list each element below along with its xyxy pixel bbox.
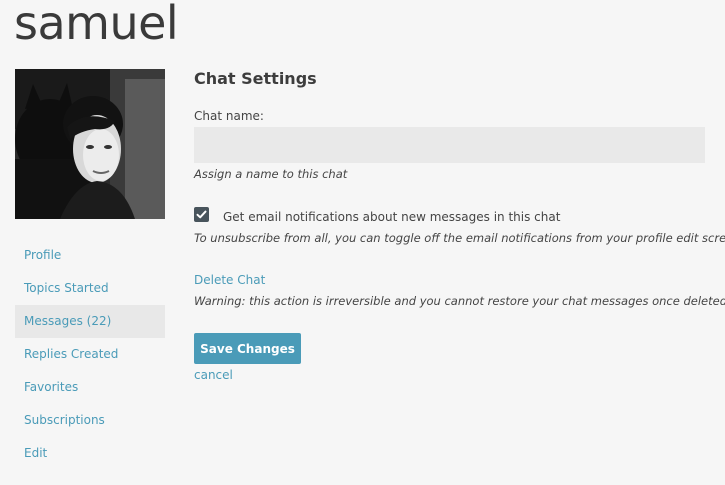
check-icon [196,210,207,219]
avatar [15,69,165,219]
sidebar-item-messages[interactable]: Messages (22) [15,305,165,338]
page-title: samuel [14,0,179,50]
chat-name-label: Chat name: [194,109,264,123]
sidebar-item-replies-created[interactable]: Replies Created [15,338,165,371]
sidebar-item-subscriptions[interactable]: Subscriptions [15,404,165,437]
chat-name-hint: Assign a name to this chat [194,167,348,181]
sidebar-nav: Profile Topics Started Messages (22) Rep… [15,239,165,470]
sidebar-item-profile[interactable]: Profile [15,239,165,272]
sidebar-item-favorites[interactable]: Favorites [15,371,165,404]
email-notifications-label[interactable]: Get email notifications about new messag… [223,210,560,224]
sidebar-item-edit[interactable]: Edit [15,437,165,470]
unsubscribe-hint: To unsubscribe from all, you can toggle … [194,231,725,245]
chat-name-input[interactable] [194,127,705,163]
save-changes-button[interactable]: Save Changes [194,333,301,364]
email-notifications-checkbox[interactable] [194,207,209,222]
avatar-photo [15,69,165,219]
sidebar-item-topics-started[interactable]: Topics Started [15,272,165,305]
delete-warning: Warning: this action is irreversible and… [194,294,725,308]
section-title: Chat Settings [194,69,317,88]
delete-chat-link[interactable]: Delete Chat [194,273,265,287]
cancel-link[interactable]: cancel [194,368,233,382]
